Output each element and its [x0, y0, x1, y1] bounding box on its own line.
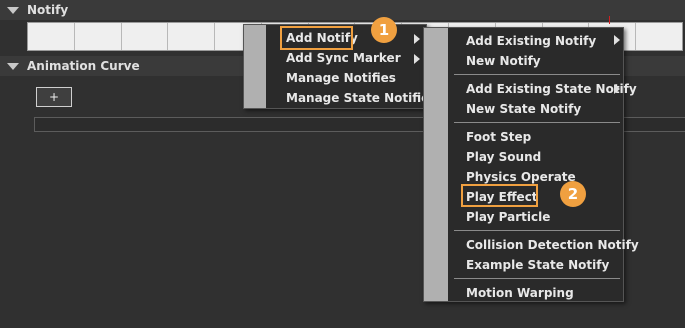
menu-item-manage-notifies[interactable]: Manage Notifies [286, 69, 396, 87]
menu-item-collision-detection-notify[interactable]: Collision Detection Notify [466, 236, 639, 254]
menu-separator [454, 122, 620, 123]
menu-item-motion-warping[interactable]: Motion Warping [466, 284, 574, 302]
menu-item-manage-state-notifies[interactable]: Manage State Notifies [286, 89, 436, 107]
notify-section-title: Notify [27, 3, 69, 17]
menu-item-example-state-notify[interactable]: Example State Notify [466, 256, 609, 274]
menu-item-add-existing-notify[interactable]: Add Existing Notify [466, 32, 596, 50]
menu-item-new-notify[interactable]: New Notify [466, 52, 541, 70]
step-badge-2: 2 [560, 181, 586, 207]
menu-item-play-sound[interactable]: Play Sound [466, 148, 541, 166]
menu-separator [454, 230, 620, 231]
collapse-triangle-icon[interactable] [7, 6, 19, 14]
collapse-triangle-icon[interactable] [7, 62, 19, 70]
step-badge-1: 1 [371, 17, 397, 43]
submenu-arrow-icon [414, 34, 420, 44]
submenu-arrow-icon [614, 35, 620, 45]
menu-separator [454, 278, 620, 279]
menu-item-new-state-notify[interactable]: New State Notify [466, 100, 581, 118]
notify-section-header[interactable]: Notify [0, 0, 685, 20]
highlight-add-notify [280, 26, 353, 50]
menu-item-foot-step[interactable]: Foot Step [466, 128, 531, 146]
context-menu-add-notify-submenu: Add Existing Notify New Notify Add Exist… [423, 27, 639, 302]
menu-item-add-sync-marker[interactable]: Add Sync Marker [286, 49, 401, 67]
menu-separator [454, 74, 620, 75]
add-curve-button[interactable]: + [36, 87, 72, 107]
menu-item-add-existing-state-notify[interactable]: Add Existing State Notify [466, 80, 637, 98]
submenu-arrow-icon [414, 54, 420, 64]
animation-curve-section-title: Animation Curve [27, 59, 140, 73]
menu-item-play-particle[interactable]: Play Particle [466, 208, 550, 226]
playhead-marker[interactable] [609, 16, 610, 24]
highlight-play-effect [461, 184, 538, 207]
submenu-arrow-icon [614, 84, 620, 94]
